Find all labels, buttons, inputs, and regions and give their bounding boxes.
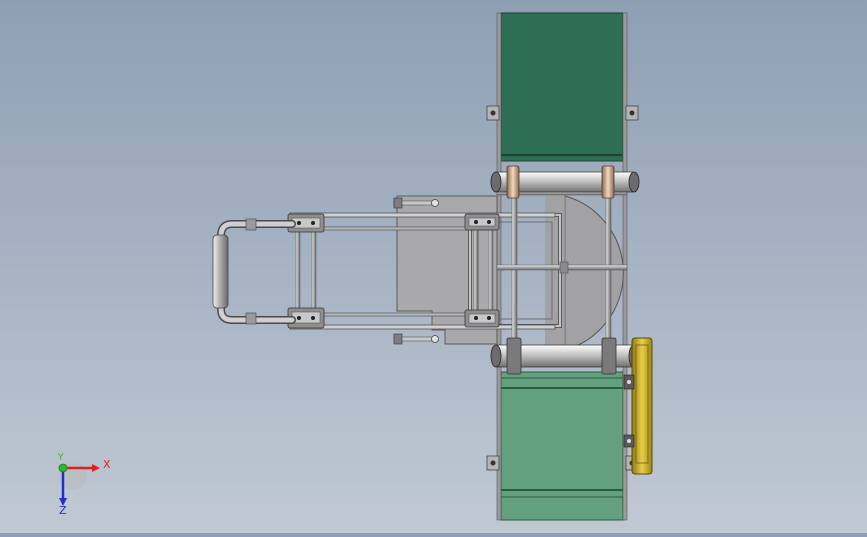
conveyor-bottom-section[interactable] <box>500 371 624 521</box>
triad-x-label: X <box>103 458 111 471</box>
conveyor-top-section[interactable] <box>500 12 624 162</box>
handle-bar[interactable] <box>212 218 296 325</box>
triad-z-label: Z <box>59 504 67 517</box>
assembly-drawing[interactable] <box>0 0 867 533</box>
triad-y-label: Y <box>58 453 64 463</box>
x-axis-arrowhead-icon <box>92 464 100 472</box>
y-axis-dot-icon <box>58 463 68 473</box>
coordinate-triad <box>58 462 100 506</box>
cad-graphics-area[interactable]: X Y Z <box>0 0 867 533</box>
